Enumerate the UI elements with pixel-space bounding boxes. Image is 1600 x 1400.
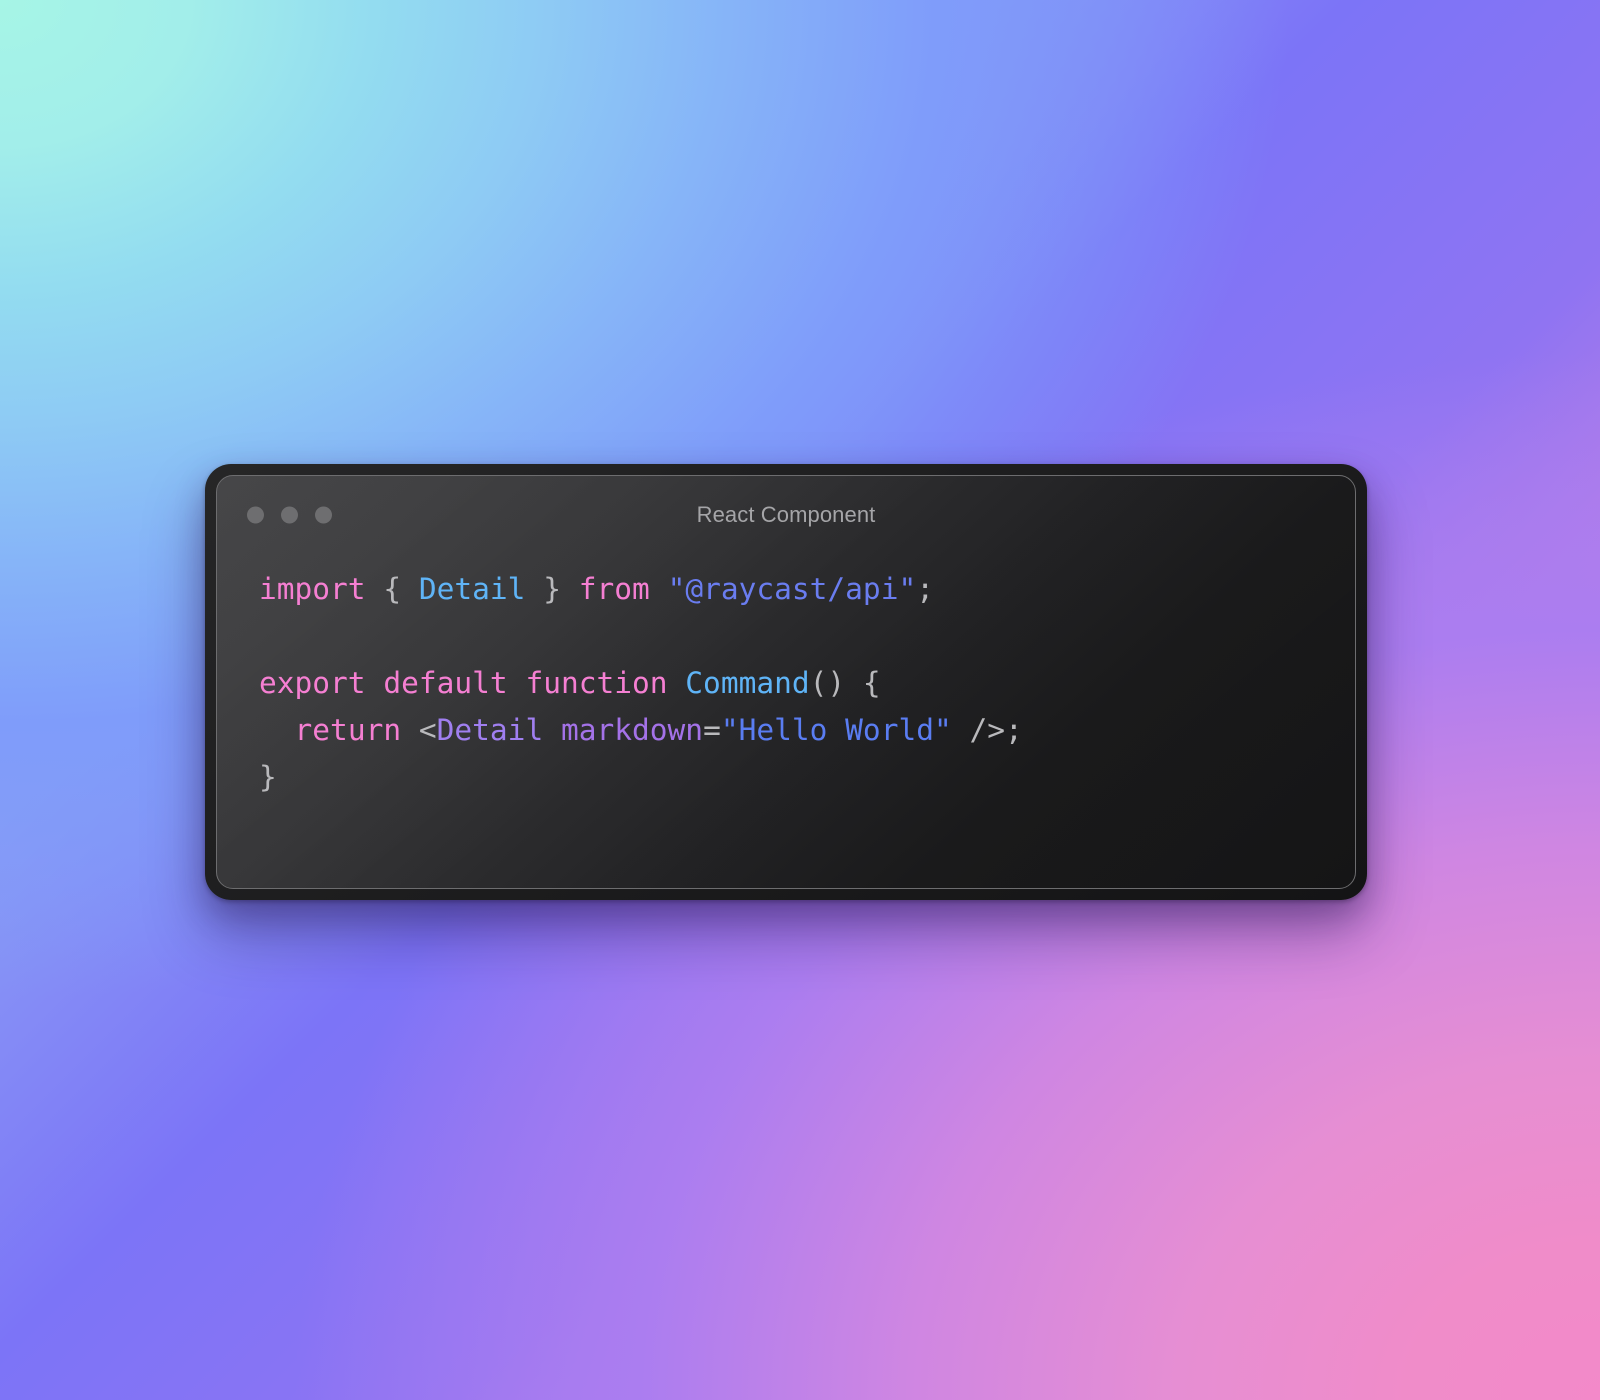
- code-token-punct: />: [969, 713, 1006, 747]
- traffic-light-controls: [247, 506, 332, 524]
- code-token-keyword: import: [259, 572, 366, 606]
- code-token-punct: ;: [1005, 713, 1023, 747]
- maximize-button-icon[interactable]: [315, 506, 332, 524]
- close-button-icon[interactable]: [247, 506, 264, 524]
- code-token-punct: }: [543, 572, 561, 606]
- minimize-button-icon[interactable]: [281, 506, 298, 524]
- code-token-punct: {: [383, 572, 402, 606]
- window-title-bar[interactable]: React Component: [217, 476, 1355, 554]
- code-token-jsx-tag: Detail: [436, 713, 544, 747]
- code-block[interactable]: import { Detail } from "@raycast/api"; e…: [217, 554, 1355, 801]
- code-line: export default function Command() {: [259, 660, 1355, 707]
- code-token-keyword: default: [383, 666, 508, 700]
- code-token-punct: ;: [916, 572, 934, 606]
- code-token-punct: {: [862, 666, 881, 700]
- code-token-keyword: return: [294, 713, 402, 747]
- window-body: React Component import { Detail } from "…: [216, 475, 1356, 889]
- code-token-punct: <: [418, 713, 437, 747]
- code-window: React Component import { Detail } from "…: [205, 464, 1367, 900]
- code-token-jsx-attr: markdown: [560, 713, 704, 747]
- code-line: import { Detail } from "@raycast/api";: [259, 566, 1355, 613]
- window-title: React Component: [696, 502, 876, 527]
- code-token-string: "@raycast/api": [667, 572, 917, 606]
- code-token-punct: =: [703, 713, 721, 747]
- code-line: }: [259, 754, 1355, 801]
- code-token-keyword: export: [259, 666, 366, 700]
- code-token-jsx-string: "Hello World": [720, 713, 952, 747]
- code-token-keyword: function: [525, 666, 668, 700]
- code-token-type: Command: [685, 666, 810, 700]
- code-token-type: Detail: [418, 572, 526, 606]
- code-token-keyword: from: [578, 572, 650, 606]
- code-token-punct: }: [259, 760, 277, 794]
- code-token-punct: (): [809, 666, 846, 700]
- code-line: return <Detail markdown="Hello World" />…: [259, 707, 1355, 754]
